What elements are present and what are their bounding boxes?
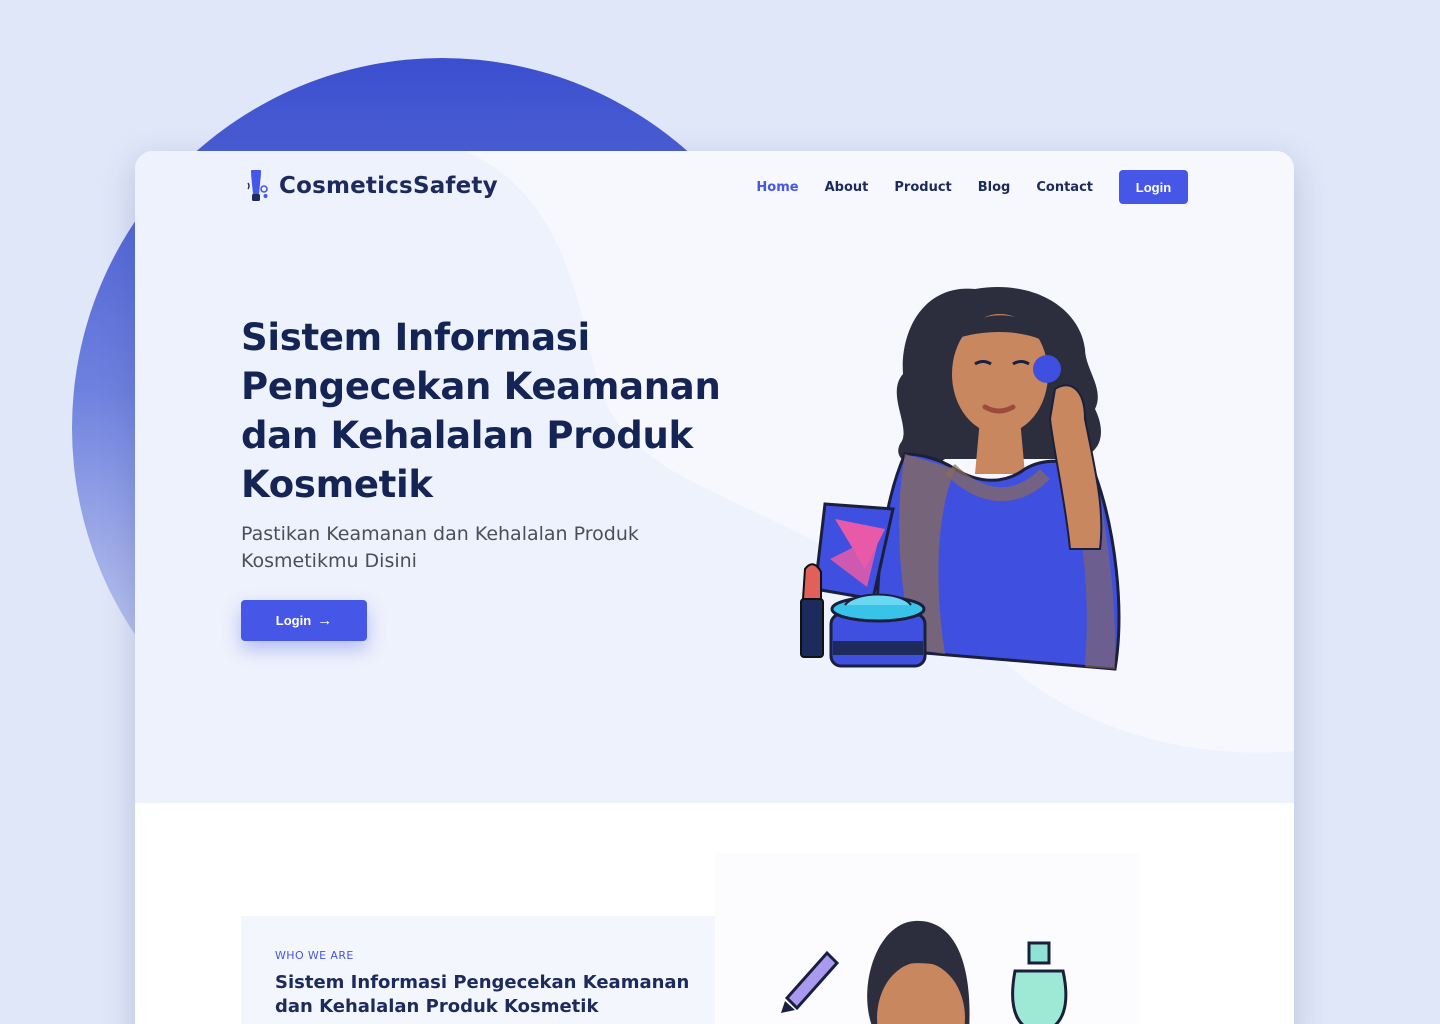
perfume-bottle-illustration <box>1011 941 1068 1024</box>
about-illustration <box>715 853 1139 1024</box>
eyeliner-pen-illustration <box>781 950 840 1013</box>
cream-jar-illustration <box>829 593 927 668</box>
nav-link-product[interactable]: Product <box>894 180 951 195</box>
cosmetic-tube-icon <box>247 170 268 201</box>
about-section: WHO WE ARE Sistem Informasi Pengecekan K… <box>135 803 1294 1024</box>
nav-link-about[interactable]: About <box>825 180 869 195</box>
nav-login-button[interactable]: Login <box>1119 170 1188 204</box>
nav-link-blog[interactable]: Blog <box>978 180 1011 195</box>
lipstick-illustration <box>800 563 824 658</box>
about-title: Sistem Informasi Pengecekan Keamanan dan… <box>275 972 690 1017</box>
arrow-right-icon: → <box>317 612 333 629</box>
top-navbar: CosmeticsSafety Home About Product Blog … <box>135 151 1294 223</box>
brand-name: CosmeticsSafety <box>279 173 498 199</box>
about-kicker: WHO WE ARE <box>275 949 354 962</box>
woman-cosmetics-illustration <box>800 287 1121 671</box>
hero-subtitle: Pastikan Keamanan dan Kehalalan Produk K… <box>241 523 639 572</box>
nav-menu: Home About Product Blog Contact Login <box>756 170 1188 204</box>
hero-login-label: Login <box>275 613 312 628</box>
about-card: WHO WE ARE Sistem Informasi Pengecekan K… <box>241 916 715 1024</box>
nav-link-home[interactable]: Home <box>756 180 798 195</box>
hero-login-button[interactable]: Login → <box>241 600 367 641</box>
nav-link-contact[interactable]: Contact <box>1036 180 1093 195</box>
browser-window: CosmeticsSafety Home About Product Blog … <box>135 151 1294 1024</box>
about-illustration-art <box>781 920 1068 1024</box>
hero-title: Sistem Informasi Pengecekan Keamanan dan… <box>241 316 721 506</box>
woman-portrait-illustration <box>867 920 970 1024</box>
brand-logo[interactable]: CosmeticsSafety <box>245 169 498 203</box>
hero-section: CosmeticsSafety Home About Product Blog … <box>135 151 1294 803</box>
